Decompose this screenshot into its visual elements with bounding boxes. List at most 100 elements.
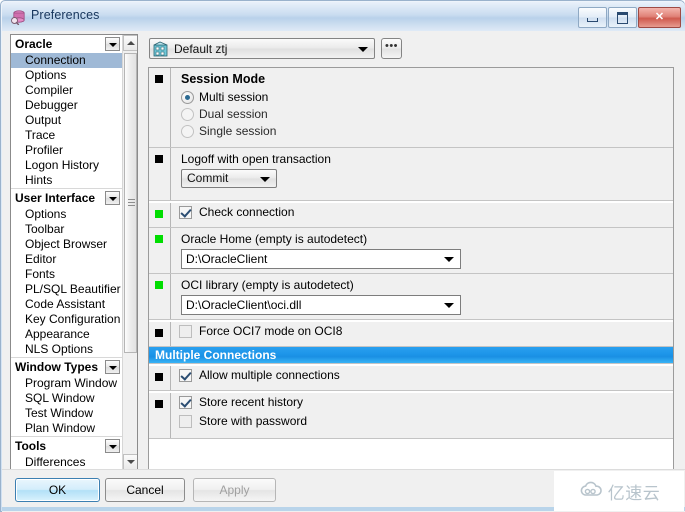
radio-label: Dual session [199,107,268,121]
checkbox-icon[interactable] [179,206,192,219]
sidebar-item-program-window[interactable]: Program Window [11,376,123,391]
option-row-oracle-home: Oracle Home (empty is autodetect) D:\Ora… [149,228,673,274]
database-icon [10,9,26,26]
checkbox-icon[interactable] [179,396,192,409]
sidebar-item-object-browser[interactable]: Object Browser [11,237,123,252]
sidebar-item-code-assistant[interactable]: Code Assistant [11,297,123,312]
tree-group-tools[interactable]: Tools [11,436,123,455]
radio-dual-session[interactable]: Dual session [175,106,673,123]
preference-set-value: Default ztj [174,42,228,56]
main-panel: Default ztj ••• Session Mode Multi sessi… [145,31,683,477]
radio-icon[interactable] [181,91,194,104]
scroll-up-icon[interactable] [123,35,137,51]
sidebar-item-profiler[interactable]: Profiler [11,143,123,158]
sidebar-item-debugger[interactable]: Debugger [11,98,123,113]
profile-toolbar: Default ztj ••• [145,35,675,63]
chevron-down-icon[interactable] [358,46,368,52]
sidebar-item-editor[interactable]: Editor [11,252,123,267]
logoff-combo[interactable]: Commit [181,169,277,188]
tree-group-window-types[interactable]: Window Types [11,357,123,376]
oracle-home-value: D:\OracleClient [186,252,268,266]
cancel-button[interactable]: Cancel [105,478,185,502]
allow-multiple-checkbox-row[interactable]: Allow multiple connections [175,366,673,385]
preference-set-more-button[interactable]: ••• [381,38,402,59]
chevron-down-icon[interactable] [260,176,270,182]
sidebar-item-hints[interactable]: Hints [11,173,123,188]
store-with-password-label: Store with password [199,414,308,428]
preference-set-icon [153,41,169,57]
option-row-allow-multiple: Allow multiple connections [149,366,673,391]
sidebar-item-key-configuration[interactable]: Key Configuration [11,312,123,327]
modified-marker-icon [155,400,163,408]
tree-group-label: Window Types [15,360,99,374]
window-title: Preferences [31,8,100,22]
options-list: Session Mode Multi session Dual session … [148,67,674,473]
sidebar-item-plsql-beautifier[interactable]: PL/SQL Beautifier [11,282,123,297]
checkbox-icon[interactable] [179,415,192,428]
checkbox-icon[interactable] [179,325,192,338]
oci-library-value: D:\OracleClient\oci.dll [186,298,302,312]
chevron-down-icon[interactable] [444,257,454,262]
radio-label: Multi session [199,90,269,104]
sidebar-item-toolbar[interactable]: Toolbar [11,222,123,237]
sidebar-item-nls-options[interactable]: NLS Options [11,342,123,357]
chevron-down-icon[interactable] [105,191,120,205]
sidebar-item-logon-history[interactable]: Logon History [11,158,123,173]
sidebar-item-test-window[interactable]: Test Window [11,406,123,421]
sidebar-item-ui-options[interactable]: Options [11,207,123,222]
check-connection-checkbox-row[interactable]: Check connection [175,203,673,222]
radio-icon[interactable] [181,108,194,121]
sidebar-item-connection[interactable]: Connection [11,53,123,68]
scroll-down-icon[interactable] [123,454,137,470]
title-bar: Preferences ✕ [2,2,685,31]
sidebar-item-fonts[interactable]: Fonts [11,267,123,282]
sidebar-item-differences[interactable]: Differences [11,455,123,470]
chevron-down-icon[interactable] [105,439,120,453]
row-divider [170,274,171,319]
option-row-force-oci7: Force OCI7 mode on OCI8 [149,322,673,347]
store-with-password-checkbox-row[interactable]: Store with password [175,412,673,431]
oracle-home-combo[interactable]: D:\OracleClient [181,249,461,269]
checkbox-icon[interactable] [179,369,192,382]
radio-icon[interactable] [181,125,194,138]
force-oci7-label: Force OCI7 mode on OCI8 [199,324,343,338]
watermark-text: 亿速云 [607,483,661,503]
oci-library-combo[interactable]: D:\OracleClient\oci.dll [181,295,461,315]
maximize-button[interactable] [608,7,637,28]
scrollbar-thumb[interactable] [124,53,137,353]
minimize-icon [579,8,606,27]
chevron-down-icon[interactable] [105,360,120,374]
tree-group-oracle[interactable]: Oracle [11,35,123,53]
chevron-down-icon[interactable] [444,303,454,308]
store-recent-history-label: Store recent history [199,395,304,409]
modified-marker-icon [155,75,163,83]
allow-multiple-label: Allow multiple connections [199,368,340,382]
sidebar-item-trace[interactable]: Trace [11,128,123,143]
close-button[interactable]: ✕ [638,7,681,28]
sidebar-item-compiler[interactable]: Compiler [11,83,123,98]
oracle-home-label: Oracle Home (empty is autodetect) [181,232,368,246]
sidebar-item-output[interactable]: Output [11,113,123,128]
maximize-icon [609,8,636,27]
apply-button[interactable]: Apply [193,478,276,502]
preferences-tree[interactable]: Oracle Connection Options Compiler Debug… [10,34,138,471]
sidebar-scrollbar[interactable] [122,35,137,470]
option-row-session-mode: Session Mode Multi session Dual session … [149,68,673,148]
tree-group-user-interface[interactable]: User Interface [11,188,123,207]
sidebar-item-appearance[interactable]: Appearance [11,327,123,342]
minimize-button[interactable] [578,7,607,28]
row-divider [170,203,171,227]
sidebar-item-options[interactable]: Options [11,68,123,83]
store-recent-history-checkbox-row[interactable]: Store recent history [175,393,673,412]
ok-button[interactable]: OK [15,478,100,502]
modified-marker-icon [155,373,163,381]
radio-single-session[interactable]: Single session [175,123,673,140]
chevron-down-icon[interactable] [105,37,120,51]
preference-set-combo[interactable]: Default ztj [149,38,375,59]
force-oci7-checkbox-row[interactable]: Force OCI7 mode on OCI8 [175,322,673,341]
row-divider [170,68,171,147]
sidebar-item-plan-window[interactable]: Plan Window [11,421,123,436]
option-row-oci-library: OCI library (empty is autodetect) D:\Ora… [149,274,673,320]
sidebar-item-sql-window[interactable]: SQL Window [11,391,123,406]
radio-multi-session[interactable]: Multi session [175,89,673,106]
